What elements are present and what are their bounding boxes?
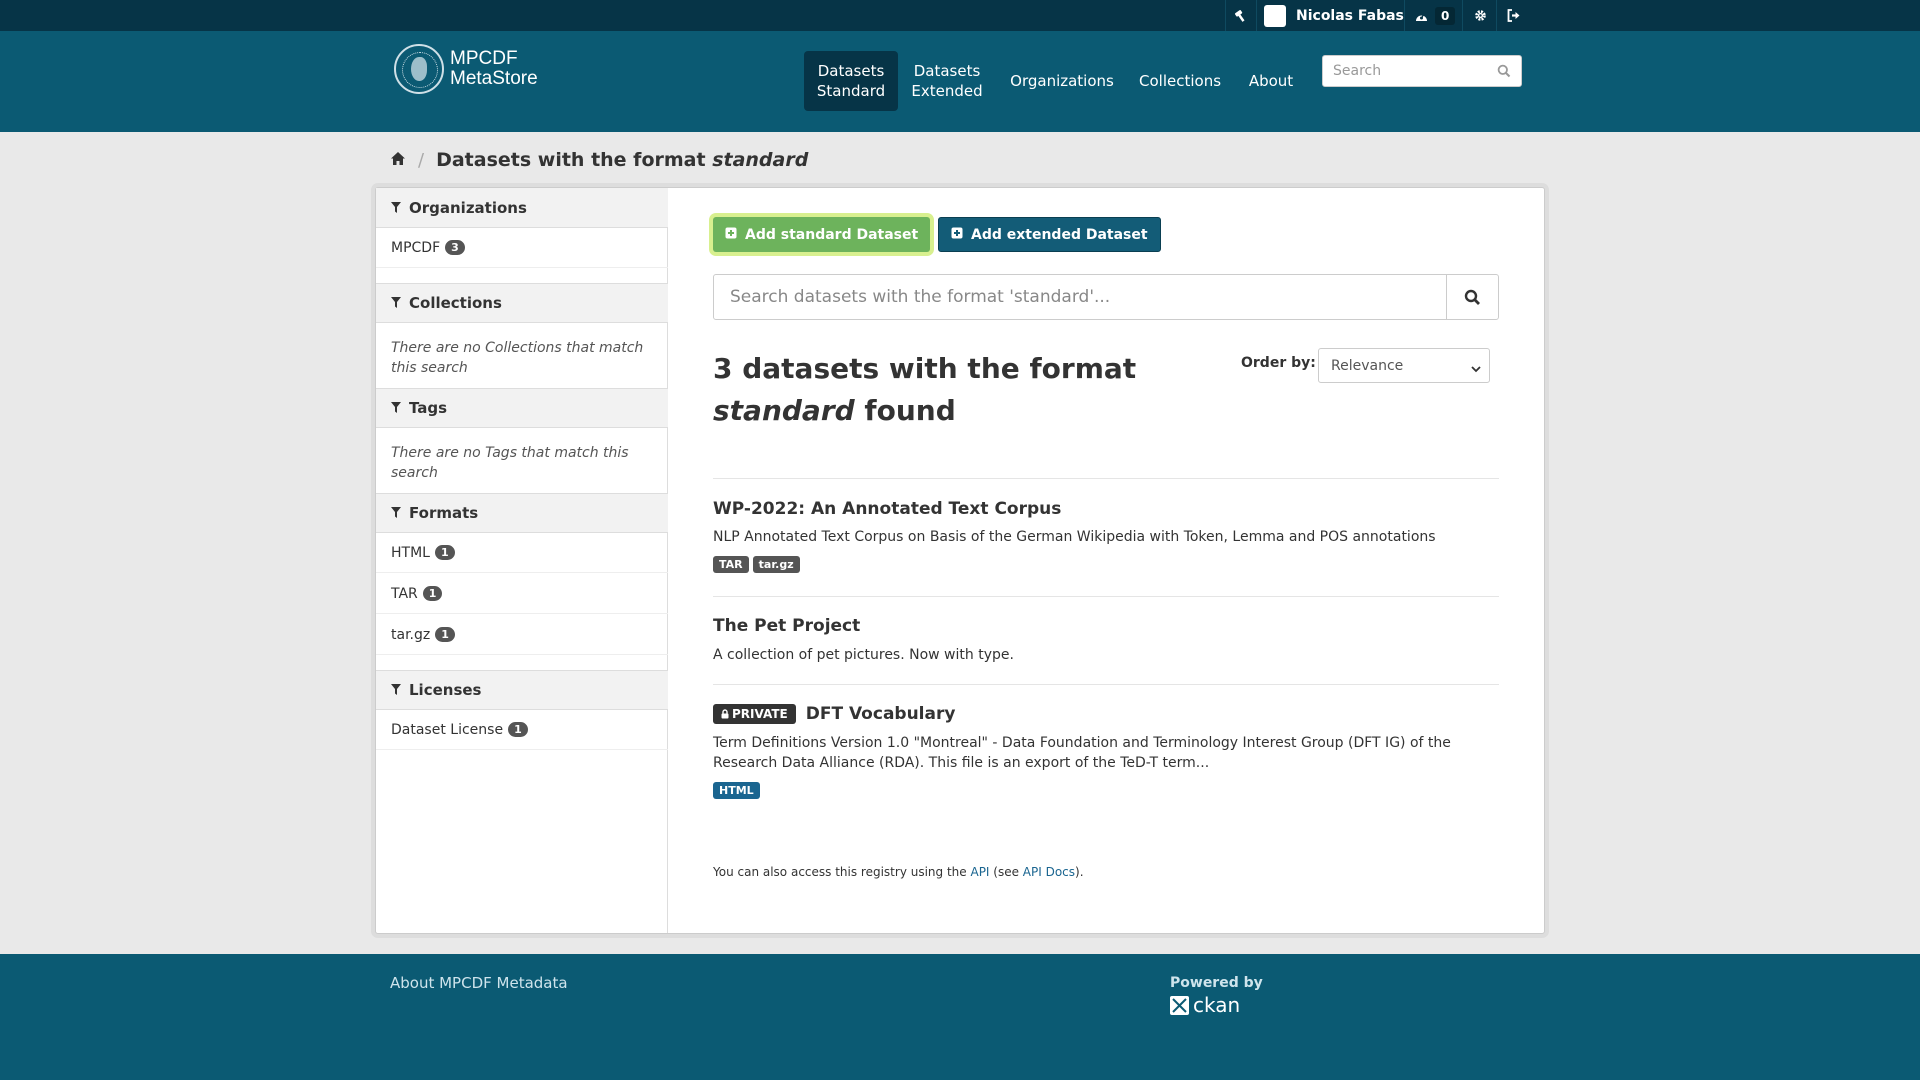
logo-text: MPCDF MetaStore [450, 48, 538, 89]
filter-icon [391, 681, 401, 699]
nav-datasets-extended[interactable]: Datasets Extended [901, 51, 993, 111]
result-count-heading: 3 datasets with the format standard foun… [713, 352, 1137, 427]
chevron-down-icon [1471, 361, 1481, 377]
plus-square-icon [951, 227, 963, 243]
facet-count-badge: 1 [508, 722, 528, 737]
facet-count-badge: 3 [445, 240, 465, 255]
search-icon [1464, 289, 1480, 305]
powered-by-label: Powered by [1170, 975, 1263, 991]
user-link[interactable]: Nicolas Fabas [1264, 0, 1404, 31]
facet-heading-tags: Tags [376, 388, 668, 428]
dataset-notes: Term Definitions Version 1.0 "Montreal" … [713, 735, 1451, 771]
dataset-title-link[interactable]: WP-2022: An Annotated Text Corpus [713, 499, 1061, 519]
dataset-format-list: TAR tar.gz [713, 556, 804, 573]
dashboard-link[interactable]: 0 [1414, 0, 1456, 31]
dataset-title-link[interactable]: DFT Vocabulary [806, 704, 956, 724]
dashboard-icon [1416, 12, 1427, 21]
nav-organizations[interactable]: Organizations [999, 51, 1125, 111]
facet-heading-collections: Collections [376, 283, 668, 323]
footer-about-link[interactable]: About MPCDF Metadata [390, 974, 568, 992]
filter-icon [391, 504, 401, 522]
facet-item-license[interactable]: Dataset License 1 [376, 710, 668, 750]
search-submit-button[interactable] [1446, 275, 1498, 319]
site-logo[interactable]: MPCDF MetaStore [394, 44, 538, 94]
facet-count-badge: 1 [422, 586, 443, 601]
primary-content: Add standard Dataset Add extended Datase… [668, 188, 1544, 933]
facet-empty-tags: There are no Tags that match this search [391, 445, 629, 481]
api-docs-link[interactable]: API Docs [1023, 865, 1075, 879]
search-icon[interactable] [1497, 64, 1511, 82]
lock-icon [721, 709, 729, 719]
site-search-input[interactable] [1323, 56, 1483, 86]
nav-about[interactable]: About [1236, 51, 1306, 111]
add-extended-dataset-button[interactable]: Add extended Dataset [938, 217, 1161, 252]
facet-item-organization[interactable]: MPCDF 3 [376, 228, 668, 268]
facet-empty-collections: There are no Collections that match this… [391, 340, 644, 376]
facet-sidebar: Organizations MPCDF 3 Collections There … [376, 188, 668, 933]
ckan-logo-icon [1170, 995, 1189, 1015]
account-masthead: Nicolas Fabas 0 [0, 0, 1920, 31]
sysadmin-hammer-icon[interactable] [1234, 0, 1248, 31]
activity-count-badge: 0 [1435, 6, 1456, 25]
list-divider [713, 596, 1499, 597]
api-note: You can also access this registry using … [713, 865, 1084, 879]
nav-datasets-standard[interactable]: Datasets Standard [804, 51, 898, 111]
logout-icon[interactable] [1507, 0, 1521, 31]
dataset-notes: NLP Annotated Text Corpus on Basis of th… [713, 529, 1436, 545]
account-separator [1496, 0, 1497, 31]
ckan-logo[interactable]: ckan [1170, 993, 1240, 1017]
home-icon[interactable] [390, 149, 406, 171]
format-label[interactable]: tar.gz [752, 556, 800, 573]
plus-square-icon [725, 227, 737, 243]
facet-count-badge: 1 [435, 627, 455, 642]
breadcrumb: / Datasets with the format standard [390, 148, 808, 172]
facet-count-badge: 1 [434, 545, 455, 560]
facet-heading-formats: Formats [376, 493, 668, 533]
settings-gear-icon[interactable] [1474, 0, 1487, 31]
breadcrumb-current[interactable]: Datasets with the format standard [436, 149, 808, 171]
account-separator [1256, 0, 1257, 31]
minerva-seal-icon [394, 44, 444, 94]
order-by-label: Order by: [1241, 355, 1316, 371]
account-separator [1404, 0, 1405, 31]
dataset-notes: A collection of pet pictures. Now with t… [713, 647, 1014, 663]
nav-collections[interactable]: Collections [1128, 51, 1232, 111]
order-by-select[interactable]: Relevance [1318, 348, 1490, 383]
add-standard-dataset-button[interactable]: Add standard Dataset [713, 217, 931, 252]
site-footer: About MPCDF Metadata Powered by ckan [0, 954, 1920, 1080]
breadcrumb-divider: / [418, 149, 425, 171]
api-link[interactable]: API [970, 865, 989, 879]
list-divider [713, 684, 1499, 685]
dataset-search [713, 274, 1499, 320]
account-separator [1462, 0, 1463, 31]
site-search [1322, 55, 1522, 87]
filter-icon [391, 294, 401, 312]
user-name: Nicolas Fabas [1296, 7, 1404, 24]
facet-item-format[interactable]: TAR 1 [376, 574, 668, 614]
private-badge: PRIVATE [713, 704, 796, 724]
user-avatar [1264, 4, 1286, 27]
dataset-title-link[interactable]: The Pet Project [713, 616, 860, 636]
facet-heading-licenses: Licenses [376, 670, 668, 710]
filter-icon [391, 199, 401, 217]
filter-icon [391, 399, 401, 417]
content-wrapper: Organizations MPCDF 3 Collections There … [375, 187, 1545, 934]
format-label[interactable]: TAR [713, 556, 749, 573]
dataset-title-row: PRIVATE DFT Vocabulary [713, 704, 955, 724]
list-divider [713, 478, 1499, 479]
facet-heading-organizations: Organizations [376, 188, 668, 228]
format-label[interactable]: HTML [713, 782, 760, 799]
dataset-format-list: HTML [713, 782, 764, 799]
dataset-search-input[interactable] [714, 275, 1444, 319]
masthead: MPCDF MetaStore Datasets Standard Datase… [0, 31, 1920, 132]
facet-item-format[interactable]: HTML 1 [376, 533, 668, 573]
account-separator [1225, 0, 1226, 31]
facet-item-format[interactable]: tar.gz 1 [376, 615, 668, 655]
